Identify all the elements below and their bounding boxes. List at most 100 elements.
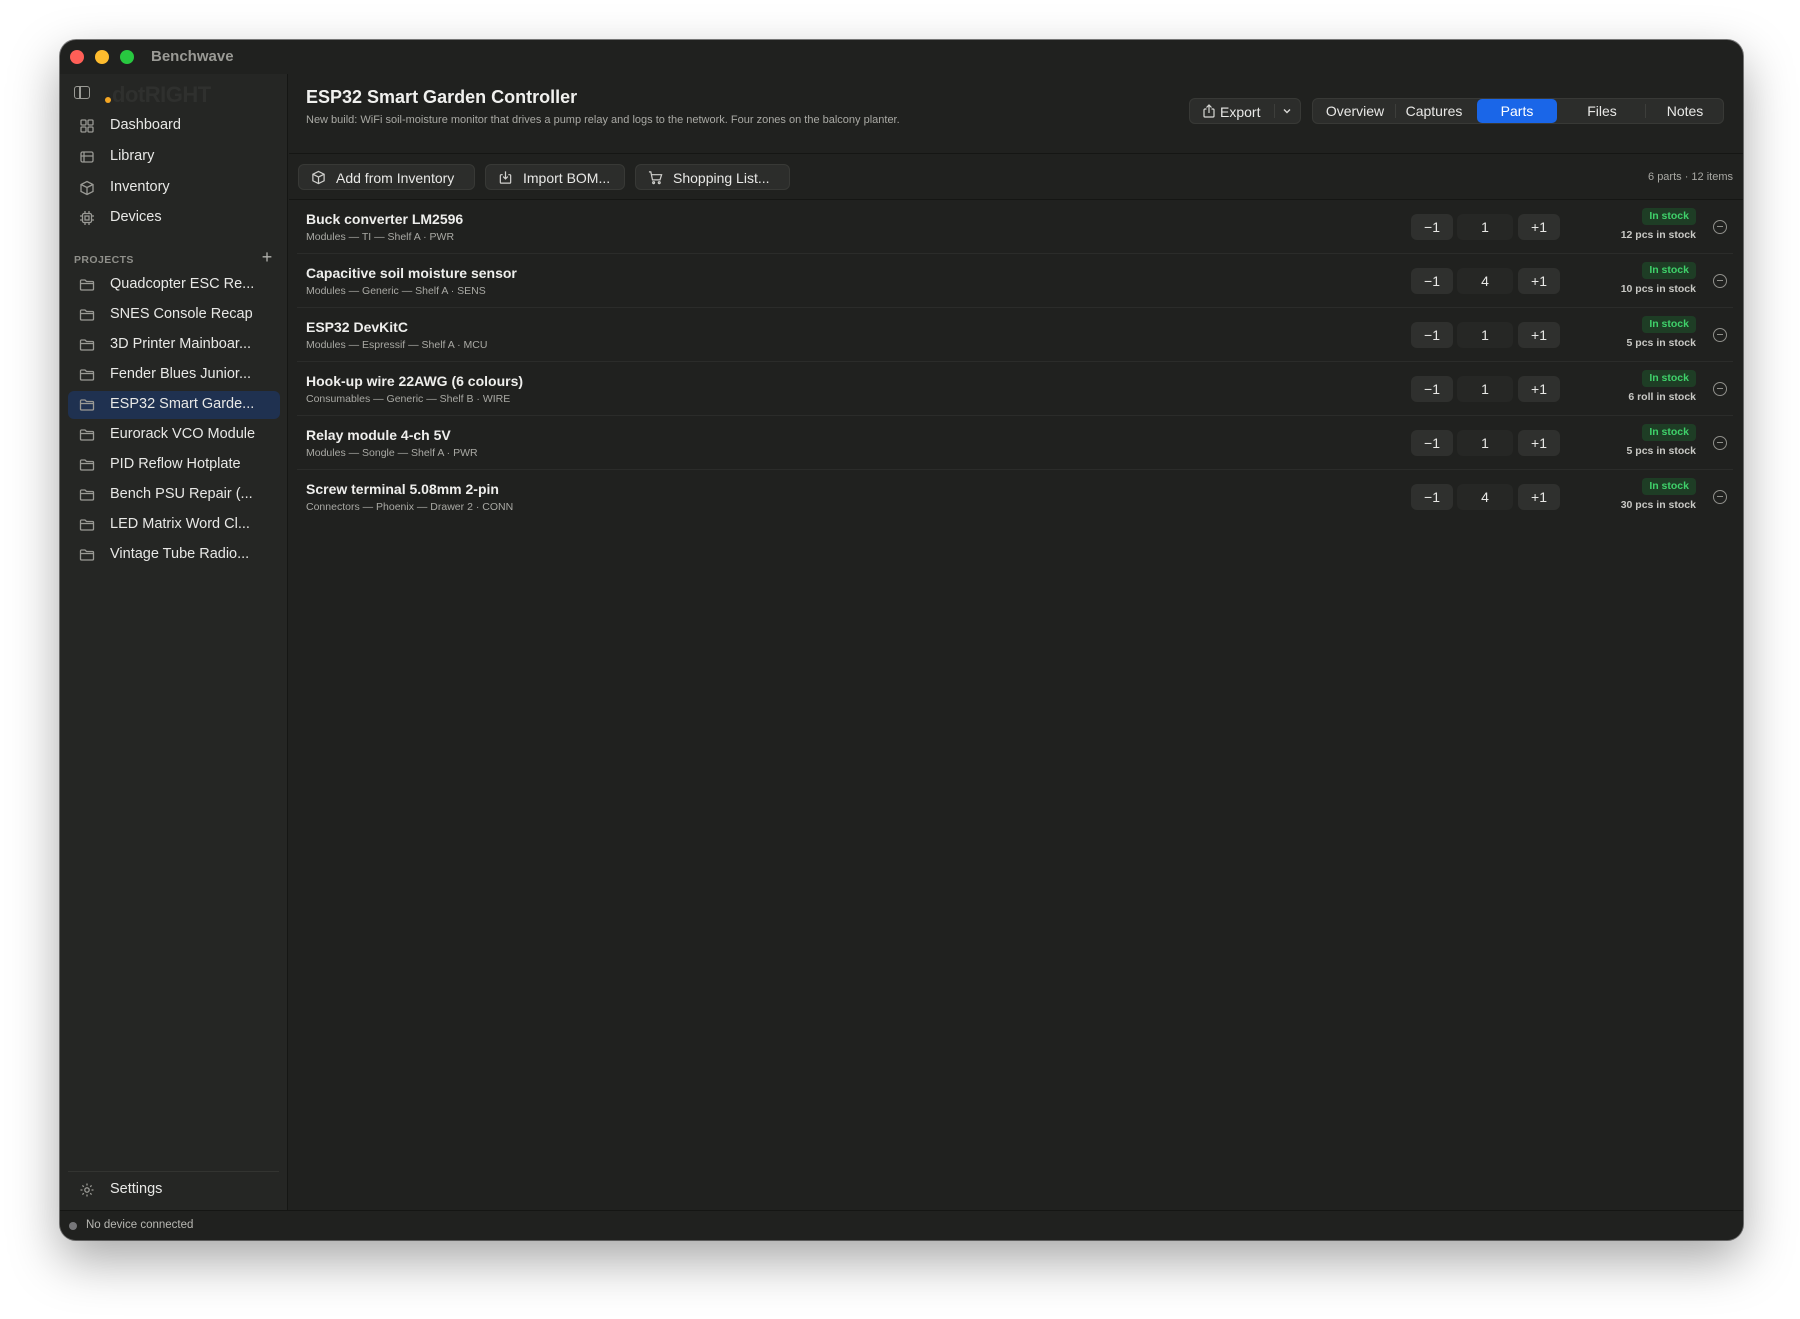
part-row: Capacitive soil moisture sensor Modules … (289, 254, 1743, 308)
close-window-button[interactable] (70, 50, 84, 64)
import-bom-button[interactable]: Import BOM... (485, 164, 625, 190)
project-item[interactable]: PID Reflow Hotplate (68, 451, 280, 479)
part-row: Relay module 4-ch 5V Modules — Songle — … (289, 416, 1743, 470)
remove-icon[interactable] (1713, 274, 1727, 288)
decrement-button[interactable]: −1 (1411, 268, 1453, 294)
add-from-inventory-label: Add from Inventory (336, 170, 455, 186)
box-icon (80, 180, 94, 196)
add-project-button[interactable]: + (258, 248, 276, 267)
project-item[interactable]: SNES Console Recap (68, 301, 280, 329)
nav-label: Library (110, 148, 155, 164)
import-icon (499, 171, 512, 184)
project-item-active[interactable]: ESP32 Smart Garde... (68, 391, 280, 419)
parts-count: 6 parts · 12 items (1648, 171, 1733, 183)
project-item[interactable]: Fender Blues Junior... (68, 361, 280, 389)
part-meta: Modules — Generic — Shelf A · SENS (306, 285, 486, 297)
part-meta: Modules — Songle — Shelf A · PWR (306, 447, 478, 459)
remove-icon[interactable] (1713, 220, 1727, 234)
nav-devices[interactable]: Devices (68, 204, 280, 232)
tab-notes[interactable]: Notes (1647, 99, 1723, 123)
add-from-inventory-button[interactable]: Add from Inventory (298, 164, 475, 190)
nav-library[interactable]: Library (68, 143, 280, 171)
part-row: Buck converter LM2596 Modules — TI — She… (289, 200, 1743, 254)
tab-captures[interactable]: Captures (1397, 99, 1471, 123)
zoom-window-button[interactable] (120, 50, 134, 64)
project-item[interactable]: 3D Printer Mainboar... (68, 331, 280, 359)
project-item[interactable]: Quadcopter ESC Re... (68, 271, 280, 299)
sidebar: dotRIGHT Dashboard Library Inventory Dev… (60, 74, 288, 1210)
title-bar: Benchwave (60, 40, 1743, 74)
decrement-button[interactable]: −1 (1411, 214, 1453, 240)
increment-button[interactable]: +1 (1518, 268, 1560, 294)
project-item[interactable]: Bench PSU Repair (... (68, 481, 280, 509)
nav-inventory[interactable]: Inventory (68, 174, 280, 202)
decrement-button[interactable]: −1 (1411, 376, 1453, 402)
tab-divider (1395, 104, 1396, 118)
project-label: Vintage Tube Radio... (110, 546, 250, 562)
project-label: 3D Printer Mainboar... (110, 336, 252, 352)
stock-count: 10 pcs in stock (1620, 283, 1696, 295)
decrement-button[interactable]: −1 (1411, 484, 1453, 510)
project-header: ESP32 Smart Garden Controller New build:… (289, 74, 1743, 154)
export-label: Export (1220, 104, 1261, 120)
project-label: Fender Blues Junior... (110, 366, 252, 382)
project-item[interactable]: Vintage Tube Radio... (68, 541, 280, 569)
export-button[interactable]: Export (1189, 98, 1301, 124)
folder-icon (79, 279, 95, 291)
app-window: Benchwave dotRIGHT Dashboard Library Inv… (60, 40, 1743, 1240)
folder-icon (79, 489, 95, 501)
remove-icon[interactable] (1713, 382, 1727, 396)
nav-settings[interactable]: Settings (68, 1176, 280, 1204)
project-item[interactable]: Eurorack VCO Module (68, 421, 280, 449)
decrement-button[interactable]: −1 (1411, 430, 1453, 456)
quantity-field[interactable]: 1 (1457, 430, 1513, 456)
page-subtitle: New build: WiFi soil-moisture monitor th… (306, 114, 900, 126)
shopping-list-label: Shopping List... (673, 170, 770, 186)
brand-dot (105, 97, 111, 103)
quantity-field[interactable]: 4 (1457, 268, 1513, 294)
chevron-down-icon[interactable] (1280, 104, 1294, 118)
status-bar: No device connected (60, 1210, 1743, 1240)
folder-icon (79, 339, 95, 351)
status-badge: In stock (1642, 208, 1696, 225)
folder-icon (79, 519, 95, 531)
folder-icon (79, 399, 95, 411)
tab-parts[interactable]: Parts (1477, 99, 1557, 123)
increment-button[interactable]: +1 (1518, 322, 1560, 348)
project-label: Quadcopter ESC Re... (110, 276, 255, 292)
quantity-field[interactable]: 1 (1457, 322, 1513, 348)
folder-icon (79, 549, 95, 561)
increment-button[interactable]: +1 (1518, 430, 1560, 456)
gear-icon (80, 1183, 94, 1197)
minimize-window-button[interactable] (95, 50, 109, 64)
tab-overview[interactable]: Overview (1317, 99, 1393, 123)
tab-divider (1645, 104, 1646, 118)
sidebar-toggle-icon[interactable] (74, 86, 90, 99)
status-badge: In stock (1642, 316, 1696, 333)
part-row: Hook-up wire 22AWG (6 colours) Consumabl… (289, 362, 1743, 416)
quantity-field[interactable]: 1 (1457, 376, 1513, 402)
project-item[interactable]: LED Matrix Word Cl... (68, 511, 280, 539)
shopping-list-button[interactable]: Shopping List... (635, 164, 790, 190)
stock-count: 5 pcs in stock (1626, 337, 1696, 349)
export-divider (1274, 104, 1275, 118)
page-title: ESP32 Smart Garden Controller (306, 87, 578, 107)
nav-label: Inventory (110, 179, 170, 195)
part-meta: Connectors — Phoenix — Drawer 2 · CONN (306, 501, 514, 513)
remove-icon[interactable] (1713, 490, 1727, 504)
nav-label: Dashboard (110, 117, 181, 133)
part-name: Capacitive soil moisture sensor (306, 265, 517, 281)
nav-dashboard[interactable]: Dashboard (68, 112, 280, 140)
app-title: Benchwave (151, 48, 234, 65)
quantity-field[interactable]: 1 (1457, 214, 1513, 240)
quantity-field[interactable]: 4 (1457, 484, 1513, 510)
remove-icon[interactable] (1713, 436, 1727, 450)
decrement-button[interactable]: −1 (1411, 322, 1453, 348)
remove-icon[interactable] (1713, 328, 1727, 342)
increment-button[interactable]: +1 (1518, 484, 1560, 510)
stock-count: 5 pcs in stock (1626, 445, 1696, 457)
increment-button[interactable]: +1 (1518, 376, 1560, 402)
brand-row: dotRIGHT (74, 82, 274, 108)
tab-files[interactable]: Files (1563, 99, 1641, 123)
increment-button[interactable]: +1 (1518, 214, 1560, 240)
